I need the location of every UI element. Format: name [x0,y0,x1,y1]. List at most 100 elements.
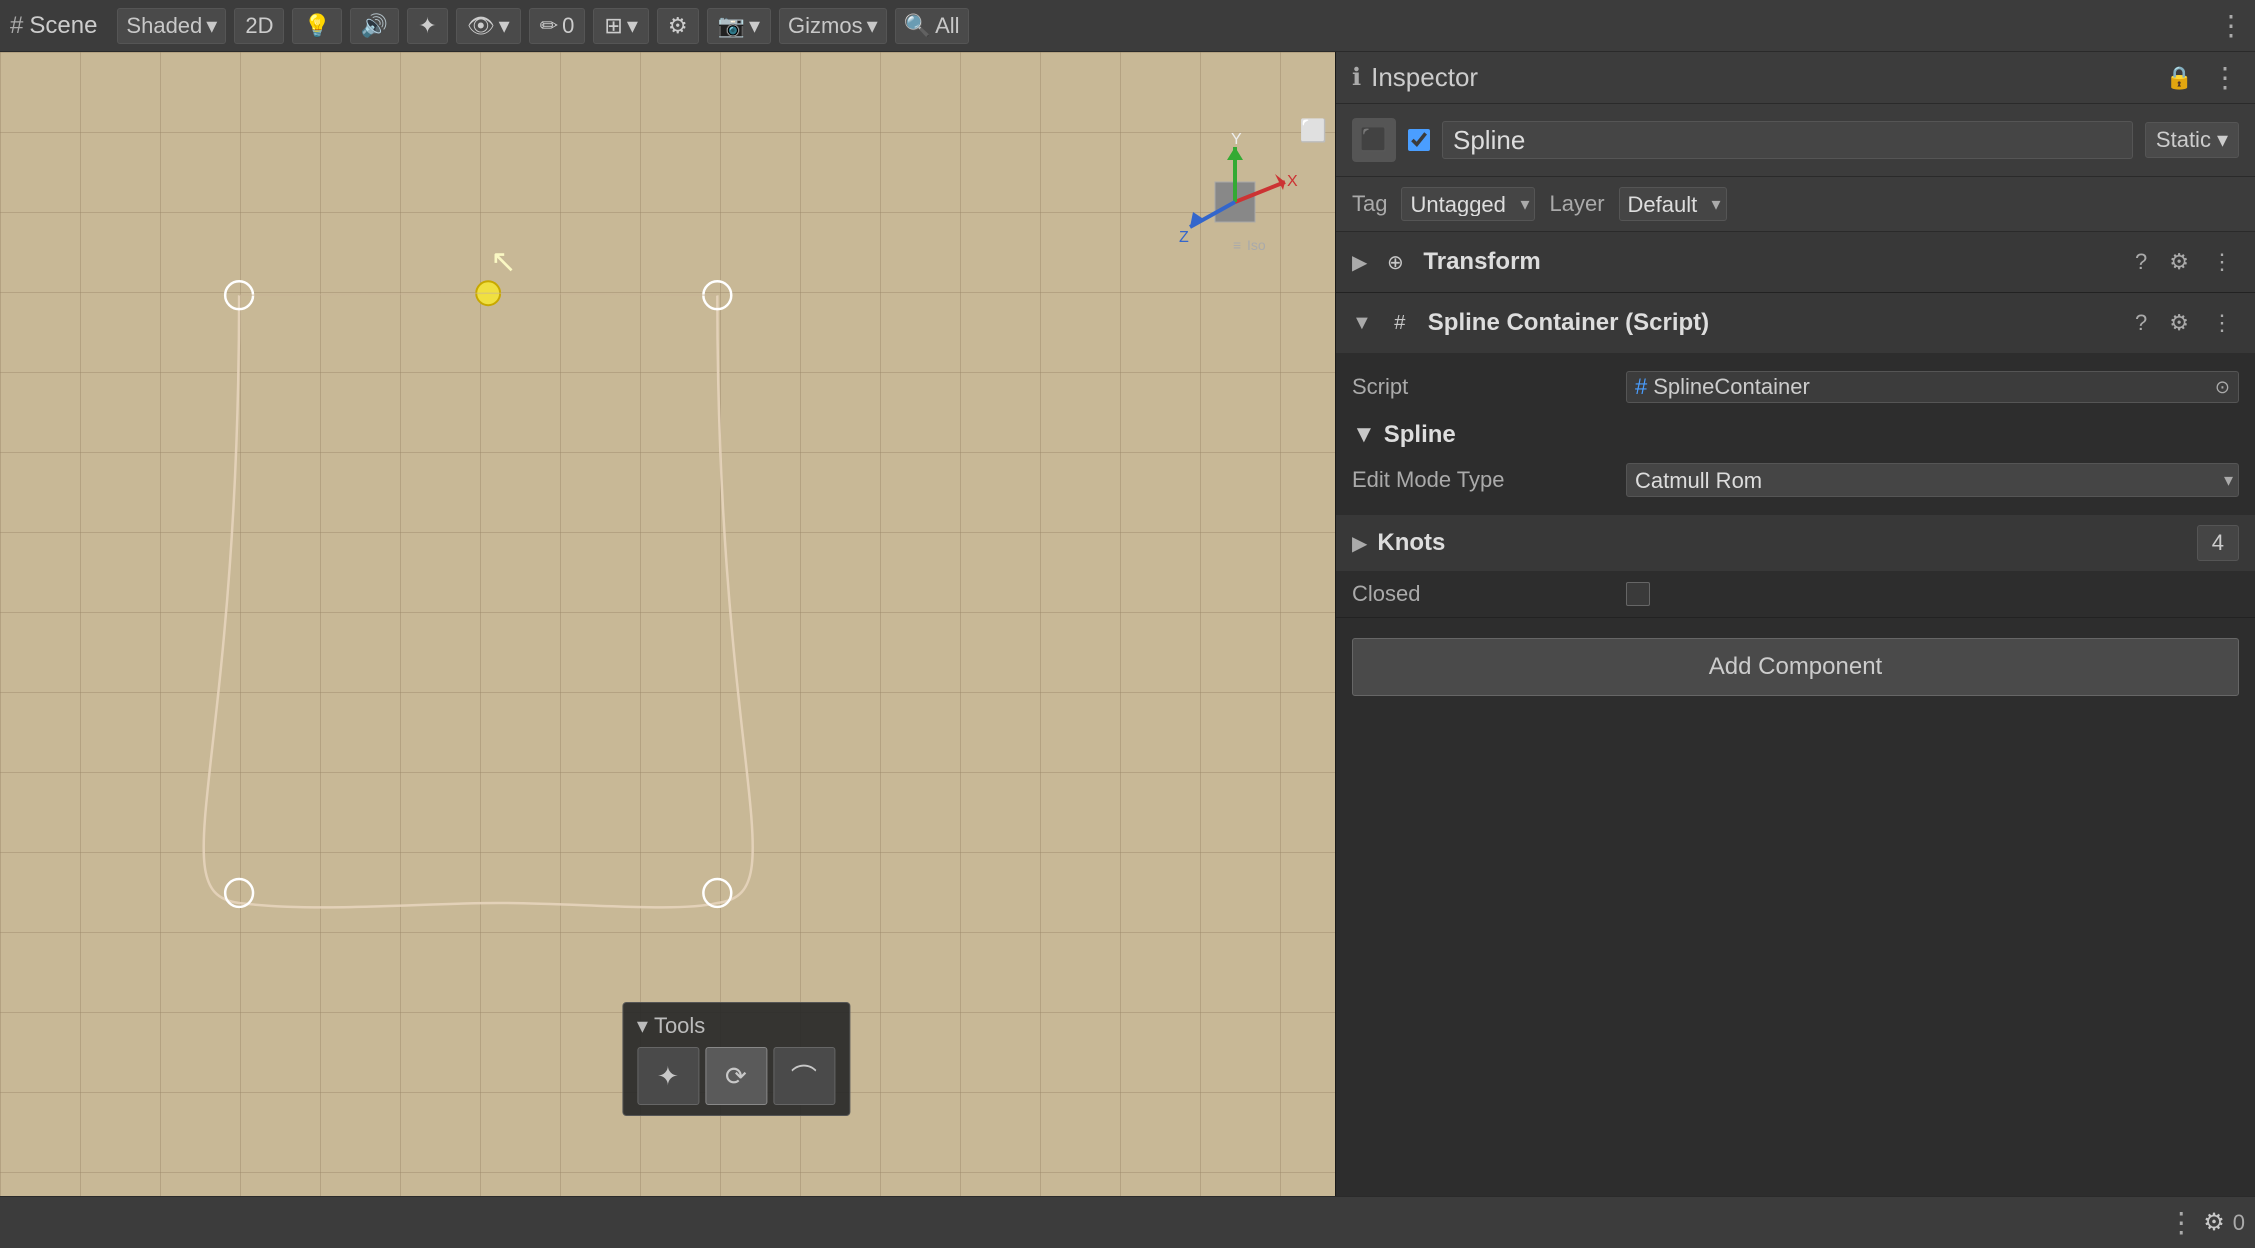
bottom-strip: ⋮ ⚙ 0 [0,1196,2255,1248]
fx-button[interactable]: ✦ [407,8,447,44]
script-field-label: Script [1352,374,1612,400]
transform-header[interactable]: ▶ ⊕ Transform ? ⚙ ⋮ [1336,232,2255,292]
scene-more-button[interactable]: ⋮ [2217,9,2245,42]
tools-label: Tools [654,1013,705,1039]
scene-toolbar: # Scene Shaded ▾ 2D 💡 🔊 ✦ 👁 ▾ ✏ 0 ⊞ ▾ ⚙ … [0,0,2255,52]
knots-title: Knots [1377,529,2186,557]
bottom-more-button[interactable]: ⋮ [2167,1206,2195,1239]
layer-select[interactable]: Default [1619,187,1727,221]
spline-container-body: Script # SplineContainer ⊙ ▼ Spline Edit… [1336,353,2255,515]
edit-mode-label: Edit Mode Type [1352,467,1612,493]
2d-button[interactable]: 2D [234,8,284,44]
corner-toggle[interactable]: ⬜ [1300,118,1327,144]
tools-buttons: ✦ ⟳ ⌒ [637,1047,835,1105]
inspector-panel: ℹ Inspector 🔒 ⋮ ⬛ Static ▾ Tag Untagged … [1335,52,2255,1196]
gear-icon[interactable]: ⚙ [2203,1208,2225,1237]
spline-icon: # [1382,305,1418,341]
spline-container-header[interactable]: ▼ # Spline Container (Script) ? ⚙ ⋮ [1336,293,2255,353]
chevron-down-icon: ▾ [2217,127,2228,153]
transform-settings-button[interactable]: ⚙ [2163,247,2195,277]
gizmo[interactable]: X Y Z Iso ≡ [1165,132,1285,252]
add-component-button[interactable]: Add Component [1352,638,2239,696]
curve-icon: ⌒ [791,1058,817,1095]
scene-label: Scene [29,12,97,40]
shading-dropdown[interactable]: Shaded ▾ [117,8,226,44]
spline-settings-button[interactable]: ⚙ [2163,308,2195,338]
knot-icon: ✦ [657,1061,679,1092]
layer-dropdown[interactable]: Default [1619,187,1727,221]
paint-button[interactable]: ✏ 0 [529,8,586,44]
eye-icon: 👁 [467,13,495,39]
spline-more-button[interactable]: ⋮ [2205,308,2239,338]
transform-more-button[interactable]: ⋮ [2205,247,2239,277]
spline-collapse-arrow: ▼ [1352,312,1372,335]
tag-label: Tag [1352,191,1387,217]
hash-icon: # [10,12,23,40]
transform-actions: ? ⚙ ⋮ [2129,247,2239,277]
gizmos-dropdown[interactable]: Gizmos ▾ [779,8,887,44]
spline-subsection-title: Spline [1384,421,1456,449]
closed-row: Closed [1336,571,2255,617]
object-icon: ⬛ [1352,118,1396,162]
tag-dropdown[interactable]: Untagged [1401,187,1535,221]
grid-button[interactable]: ⊞ ▾ [593,8,648,44]
script-value-text: SplineContainer [1653,374,1810,400]
tangent-icon: ⟳ [725,1061,747,1092]
bottom-count: 0 [2233,1210,2245,1236]
scene-view[interactable]: ↖ [0,52,1335,1196]
light-button[interactable]: 💡 [292,8,341,44]
svg-text:Z: Z [1179,229,1189,246]
edit-mode-row: Edit Mode Type Catmull Rom [1352,455,2239,505]
all-dropdown[interactable]: 🔍 All [895,8,969,44]
audio-button[interactable]: 🔊 [350,8,399,44]
svg-text:Iso: Iso [1247,237,1266,253]
curve-tool-button[interactable]: ⌒ [773,1047,835,1105]
spline-help-button[interactable]: ? [2129,308,2153,338]
info-icon: ℹ [1352,63,1361,92]
edit-mode-select[interactable]: Catmull Rom [1626,463,2239,497]
inspector-header: ℹ Inspector 🔒 ⋮ [1336,52,2255,104]
lock-icon[interactable]: 🔒 [2166,65,2193,91]
knots-row[interactable]: ▶ Knots 4 [1336,515,2255,571]
chevron-down-icon: ▾ [749,13,760,39]
static-dropdown[interactable]: Static ▾ [2145,122,2239,158]
layer-label: Layer [1549,191,1604,217]
script-icon: # [1635,374,1647,400]
paint-value: 0 [562,13,574,39]
object-header: ⬛ Static ▾ [1336,104,2255,177]
spline-container-actions: ? ⚙ ⋮ [2129,308,2239,338]
scene-title: # Scene [10,12,109,40]
paint-icon: ✏ [540,13,558,39]
knot-tool-button[interactable]: ✦ [637,1047,699,1105]
script-field-row: Script # SplineContainer ⊙ [1352,363,2239,411]
spline-subsection-header[interactable]: ▼ Spline [1352,411,2239,455]
transform-help-button[interactable]: ? [2129,247,2153,277]
gizmos-label: Gizmos [788,13,863,39]
script-target-icon[interactable]: ⊙ [2215,377,2230,398]
transform-component: ▶ ⊕ Transform ? ⚙ ⋮ [1336,232,2255,293]
closed-checkbox[interactable] [1626,582,1650,606]
scene-visibility-button[interactable]: 👁 ▾ [456,8,521,44]
tag-select[interactable]: Untagged [1401,187,1535,221]
transform-collapse-arrow: ▶ [1352,250,1367,275]
search-icon: 🔍 [904,13,931,39]
tangent-tool-button[interactable]: ⟳ [705,1047,767,1105]
svg-text:X: X [1287,173,1298,190]
object-name-input[interactable] [1442,121,2133,159]
script-field-value: # SplineContainer ⊙ [1626,371,2239,403]
tools-collapse-arrow[interactable]: ▾ [637,1013,648,1039]
chevron-down-icon: ▾ [499,13,510,39]
knots-arrow: ▶ [1352,531,1367,556]
chevron-down-icon: ▾ [627,13,638,39]
inspector-more-button[interactable]: ⋮ [2211,61,2239,94]
inspector-title: Inspector [1371,62,2155,93]
edit-mode-dropdown[interactable]: Catmull Rom [1626,463,2239,497]
transform-icon: ⊕ [1377,244,1413,280]
closed-label: Closed [1352,581,1612,607]
tools-panel: ▾ Tools ✦ ⟳ ⌒ [622,1002,850,1116]
spline-container-title: Spline Container (Script) [1428,309,2119,337]
camera-icon: 📷 [718,13,745,39]
camera-button[interactable]: 📷 ▾ [707,8,771,44]
object-enabled-checkbox[interactable] [1408,129,1430,151]
settings-button[interactable]: ⚙ [657,8,699,44]
